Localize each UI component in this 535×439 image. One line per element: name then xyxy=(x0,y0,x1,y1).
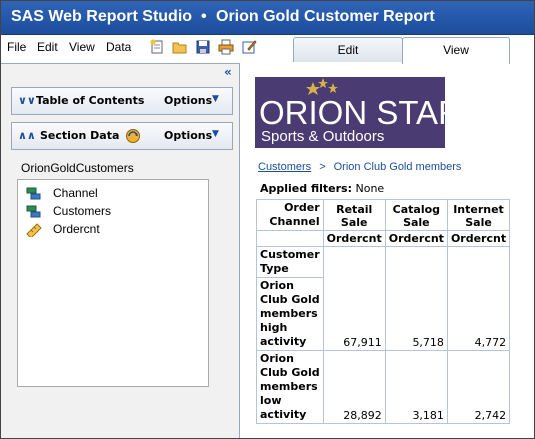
app-window: SAS Web Report Studio • Orion Gold Custo… xyxy=(0,0,535,439)
data-item-label: Customers xyxy=(53,204,112,218)
section-data-options-button[interactable]: Options xyxy=(164,129,212,142)
col-dimension-header: Order Channel xyxy=(256,199,324,231)
collapse-panel-icon[interactable]: « xyxy=(224,65,232,79)
column-header[interactable]: Retail Sale xyxy=(322,199,386,231)
refresh-data-icon[interactable] xyxy=(125,128,141,144)
empty-cell xyxy=(446,246,511,278)
table-cell: 67,911 xyxy=(322,277,386,351)
measure-header[interactable]: Ordercnt xyxy=(322,230,386,247)
data-source-name: OrionGoldCustomers xyxy=(21,161,134,175)
empty-cell xyxy=(322,246,386,278)
column-header[interactable]: Internet Sale xyxy=(446,199,511,231)
caret-down-icon[interactable]: ▼ xyxy=(212,94,219,104)
open-folder-icon[interactable] xyxy=(172,39,188,55)
menu-edit[interactable]: Edit xyxy=(37,40,58,54)
toc-options-button[interactable]: Options xyxy=(164,94,212,107)
edit-properties-icon[interactable] xyxy=(241,39,257,55)
tab-view[interactable]: View xyxy=(402,37,510,64)
menu-file[interactable]: File xyxy=(7,40,26,54)
logo-line1: ORION STAR xyxy=(259,94,445,131)
empty-cell xyxy=(256,230,324,247)
data-item-label: Channel xyxy=(53,186,98,200)
title-separator: • xyxy=(201,8,207,25)
expand-down-icon[interactable]: ∨∨ xyxy=(18,94,36,107)
new-report-icon[interactable] xyxy=(149,39,165,55)
table-cell: 2,742 xyxy=(446,350,511,424)
section-data-title: Section Data xyxy=(40,129,120,142)
table-cell: 28,892 xyxy=(322,350,386,424)
row-label: Orion Club Gold members high activity xyxy=(256,277,324,351)
measure-header[interactable]: Ordercnt xyxy=(446,230,511,247)
logo-graphic: ORION STAR Sports & Outdoors xyxy=(259,78,462,145)
row-label: Orion Club Gold members low activity xyxy=(256,350,324,424)
crosstab-table: Order Channel Retail Sale Catalog Sale I… xyxy=(256,199,511,424)
category-icon xyxy=(26,205,41,218)
breadcrumb-link-customers[interactable]: Customers xyxy=(258,161,311,173)
table-row: Orion Club Gold members high activity 67… xyxy=(256,277,511,351)
breadcrumb-current: Orion Club Gold members xyxy=(333,161,462,173)
save-icon[interactable] xyxy=(195,39,211,55)
filters-label: Applied filters: xyxy=(260,182,352,195)
data-item-label: Ordercnt xyxy=(53,222,100,236)
category-icon xyxy=(26,187,41,200)
measure-icon xyxy=(26,223,42,237)
applied-filters: Applied filters: None xyxy=(260,182,384,195)
title-bar: SAS Web Report Studio • Orion Gold Custo… xyxy=(1,1,534,35)
collapse-up-icon[interactable]: ∧∧ xyxy=(18,129,36,142)
row-dimension-header[interactable]: Customer Type xyxy=(256,246,324,278)
toc-panel-header[interactable]: ∨∨ Table of Contents Options ▼ xyxy=(11,87,233,115)
table-cell: 5,718 xyxy=(384,277,448,351)
breadcrumb: Customers > Orion Club Gold members xyxy=(258,161,461,173)
measure-header[interactable]: Ordercnt xyxy=(384,230,448,247)
tab-edit[interactable]: Edit xyxy=(293,37,403,62)
table-cell: 3,181 xyxy=(384,350,448,424)
data-items-list: Channel Customers Ordercnt xyxy=(17,179,209,387)
app-title: SAS Web Report Studio xyxy=(11,8,193,25)
menu-data[interactable]: Data xyxy=(106,40,131,54)
caret-down-icon[interactable]: ▼ xyxy=(212,129,219,139)
filters-value: None xyxy=(355,182,385,195)
report-title: Orion Gold Customer Report xyxy=(216,8,435,25)
toc-title: Table of Contents xyxy=(36,94,145,107)
logo-line2: Sports & Outdoors xyxy=(261,128,384,145)
breadcrumb-separator: > xyxy=(319,161,326,173)
empty-cell xyxy=(384,246,448,278)
orion-star-logo: ORION STAR Sports & Outdoors xyxy=(255,77,462,148)
section-data-panel-header[interactable]: ∧∧ Section Data Options ▼ xyxy=(11,122,233,150)
table-cell: 4,772 xyxy=(446,277,511,351)
column-header[interactable]: Catalog Sale xyxy=(384,199,448,231)
menu-view[interactable]: View xyxy=(69,40,95,54)
table-row: Orion Club Gold members low activity 28,… xyxy=(256,350,511,424)
print-icon[interactable] xyxy=(218,39,234,55)
